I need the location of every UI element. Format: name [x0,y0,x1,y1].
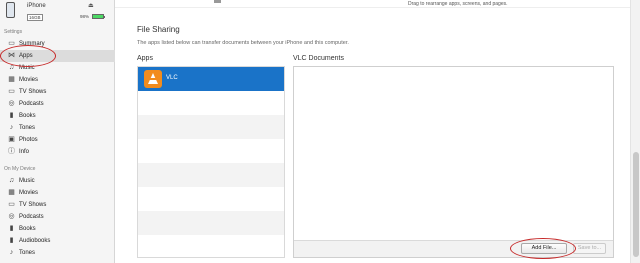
sidebar-item-label: Photos [19,137,38,143]
device-item-books[interactable]: ▮ Books [0,223,115,235]
sidebar-item-summary[interactable]: ▭ Summary [0,38,115,50]
sidebar-item-label: Podcasts [19,101,44,107]
file-sharing-description: The apps listed below can transfer docum… [137,40,349,46]
sidebar-item-label: Tones [19,250,36,256]
list-item [138,211,284,235]
movies-icon: ▦ [8,76,15,83]
sidebar-item-label: Apps [19,53,33,59]
apps-icon: ⋈ [8,52,15,59]
sidebar-item-music[interactable]: ♫ Music [0,62,115,74]
list-item [138,91,284,115]
on-my-device-section-title: On My Device [4,166,36,172]
drag-hint: Drag to rearrange apps, screens, and pag… [408,1,508,7]
sidebar-item-books[interactable]: ▮ Books [0,110,115,122]
device-name: iPhone [27,3,46,9]
sidebar-item-label: Audiobooks [19,238,51,244]
sidebar-item-label: Info [19,149,30,155]
save-to-button[interactable]: Save to... [573,243,606,254]
sidebar-item-label: Movies [19,77,39,83]
podcasts-icon: ◎ [8,100,15,107]
battery-icon [92,14,104,19]
summary-icon: ▭ [8,40,15,47]
battery-percentage: 98% [80,14,90,19]
eject-icon[interactable]: ⏏ [88,2,94,9]
tv-shows-icon: ▭ [8,88,15,95]
scrollbar[interactable] [630,0,640,263]
apps-column-header: Apps [137,55,153,62]
device-item-audiobooks[interactable]: ▮ Audiobooks [0,235,115,247]
device-item-movies[interactable]: ▦ Movies [0,187,115,199]
scrollbar-thumb[interactable] [633,152,639,257]
sidebar-item-movies[interactable]: ▦ Movies [0,74,115,86]
sidebar-item-tv-shows[interactable]: ▭ TV Shows [0,86,115,98]
settings-section-title: Settings [4,29,23,35]
documents-column-header: VLC Documents [293,55,344,62]
sidebar-item-apps[interactable]: ⋈ Apps [0,50,115,62]
sidebar-item-label: Books [19,226,36,232]
list-item [138,163,284,187]
sidebar-item-label: Movies [19,190,39,196]
sidebar-item-label: Music [19,65,35,71]
sidebar-item-info[interactable]: ⓘ Info [0,146,115,158]
tv-shows-icon: ▭ [8,201,15,208]
sidebar-item-tones[interactable]: ♪ Tones [0,122,115,134]
device-item-tv-shows[interactable]: ▭ TV Shows [0,199,115,211]
music-icon: ♫ [8,177,15,184]
podcasts-icon: ◎ [8,213,15,220]
app-row-vlc[interactable]: VLC [138,67,284,91]
list-item [138,187,284,211]
movies-icon: ▦ [8,189,15,196]
sidebar-item-photos[interactable]: ▣ Photos [0,134,115,146]
sidebar-item-label: Summary [19,41,45,47]
iphone-thumbnail-icon [6,2,15,18]
list-item [138,139,284,163]
device-header[interactable]: iPhone ⏏ 16GB 98% [0,0,115,26]
sidebar: iPhone ⏏ 16GB 98% Settings ▭ Summary ⋈ A… [0,0,115,263]
apps-list[interactable]: VLC [137,66,285,258]
capacity-badge: 16GB [27,14,43,21]
vlc-icon [144,70,162,88]
top-strip [115,0,630,8]
info-icon: ⓘ [8,148,15,155]
list-item [138,235,284,259]
device-item-music[interactable]: ♫ Music [0,175,115,187]
sidebar-item-label: Music [19,178,35,184]
sidebar-item-label: Tones [19,125,36,131]
top-marker [214,0,221,3]
add-file-button[interactable]: Add File... [521,243,567,254]
documents-list[interactable] [293,66,614,258]
books-icon: ▮ [9,225,14,232]
device-item-podcasts[interactable]: ◎ Podcasts [0,211,115,223]
file-sharing-title: File Sharing [137,25,180,34]
tones-icon: ♪ [9,249,14,256]
sidebar-item-label: TV Shows [19,202,47,208]
battery-tip [104,15,105,18]
books-icon: ▮ [9,112,14,119]
music-icon: ♫ [8,64,15,71]
sidebar-item-podcasts[interactable]: ◎ Podcasts [0,98,115,110]
sidebar-item-label: Podcasts [19,214,44,220]
audiobooks-icon: ▮ [9,237,14,244]
app-label: VLC [166,75,178,81]
sidebar-item-label: TV Shows [19,89,47,95]
sidebar-item-label: Books [19,113,36,119]
list-item [138,115,284,139]
tones-icon: ♪ [9,124,14,131]
device-item-tones[interactable]: ♪ Tones [0,247,115,259]
photos-icon: ▣ [8,136,15,143]
